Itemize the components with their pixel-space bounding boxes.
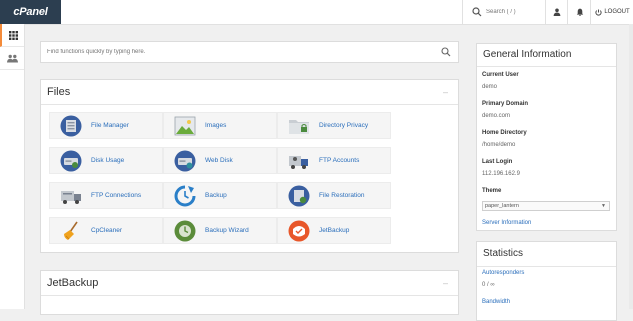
nav-users[interactable] — [0, 47, 24, 70]
statistics-title: Statistics — [477, 242, 616, 267]
files-panel-title: Files — [47, 86, 71, 98]
function-search[interactable] — [40, 41, 459, 63]
web-disk-tile[interactable]: Web Disk — [163, 147, 277, 174]
top-bar: cPanel LOGOUT — [0, 0, 633, 25]
jetbackup-panel-title: JetBackup — [47, 277, 99, 289]
files-panel: Files – File Manager Images Directory Pr… — [40, 79, 459, 253]
tile-label: FTP Accounts — [319, 157, 360, 164]
home-directory-value: /home/demo — [482, 142, 516, 148]
jetbackup-tile[interactable]: JetBackup — [277, 217, 391, 244]
tile-label: Images — [205, 122, 227, 129]
file-restoration-icon — [288, 185, 310, 206]
autoresponders-link[interactable]: Autoresponders — [482, 270, 524, 276]
jetbackup-icon — [288, 220, 310, 241]
images-icon — [174, 116, 196, 135]
directory-privacy-tile[interactable]: Directory Privacy — [277, 112, 391, 139]
primary-domain-label: Primary Domain — [482, 101, 529, 107]
tile-label: FTP Connections — [91, 192, 142, 199]
user-menu-button[interactable] — [545, 0, 568, 24]
theme-select[interactable]: paper_lantern ▼ — [482, 201, 610, 211]
statistics-panel: Statistics Autoresponders 0 / ∞ Bandwidt… — [476, 241, 617, 321]
ftp-connections-icon — [61, 190, 81, 204]
tile-label: File Restoration — [319, 192, 365, 199]
last-login-value: 112.196.162.9 — [482, 171, 520, 177]
backup-wizard-tile[interactable]: Backup Wizard — [163, 217, 277, 244]
ftp-connections-tile[interactable]: FTP Connections — [49, 182, 163, 209]
search-icon — [472, 7, 482, 17]
primary-domain-value: demo.com — [482, 113, 511, 119]
function-search-input[interactable] — [47, 49, 441, 55]
tile-label: CpCleaner — [91, 227, 123, 234]
general-information-title: General Information — [477, 44, 616, 67]
cpcleaner-icon — [64, 221, 78, 240]
cpanel-logo[interactable]: cPanel — [0, 0, 61, 24]
tile-label: Disk Usage — [91, 157, 125, 164]
directory-privacy-icon — [289, 119, 309, 134]
backup-wizard-icon — [174, 220, 196, 241]
jetbackup-panel-header[interactable]: JetBackup – — [41, 271, 458, 296]
bell-icon — [576, 8, 583, 16]
bandwidth-link[interactable]: Bandwidth — [482, 299, 510, 305]
general-information-panel: General Information Current User demo Pr… — [476, 43, 617, 231]
users-icon — [6, 54, 18, 62]
files-panel-header[interactable]: Files – — [41, 80, 458, 105]
disk-usage-icon — [60, 150, 82, 171]
chevron-down-icon: ▼ — [601, 203, 606, 209]
jetbackup-panel: JetBackup – — [40, 270, 459, 315]
logout-icon — [595, 8, 602, 16]
tile-label: Web Disk — [205, 157, 233, 164]
global-search[interactable] — [462, 0, 546, 24]
user-icon — [553, 8, 561, 16]
theme-select-value: paper_lantern — [485, 203, 519, 209]
left-nav — [0, 24, 25, 309]
logo-text: cPanel — [13, 6, 48, 18]
current-user-value: demo — [482, 84, 498, 90]
backup-tile[interactable]: Backup — [163, 182, 277, 209]
grid-icon — [8, 30, 18, 40]
logout-label: LOGOUT — [604, 9, 630, 15]
server-information-link[interactable]: Server Information — [482, 220, 531, 226]
notifications-button[interactable] — [567, 0, 591, 24]
search-icon — [441, 47, 451, 57]
ftp-accounts-icon — [289, 155, 308, 169]
scrollbar[interactable] — [629, 24, 633, 309]
file-restoration-tile[interactable]: File Restoration — [277, 182, 391, 209]
nav-home-grid[interactable] — [0, 24, 24, 47]
tile-label: JetBackup — [319, 227, 350, 234]
global-search-input[interactable] — [486, 9, 541, 15]
file-manager-icon — [60, 115, 82, 136]
autoresponders-value: 0 / ∞ — [482, 282, 495, 288]
current-user-label: Current User — [482, 72, 519, 78]
collapse-icon[interactable]: – — [443, 278, 448, 288]
backup-icon — [174, 185, 196, 206]
tile-label: Backup Wizard — [205, 227, 249, 234]
tile-label: Directory Privacy — [319, 122, 369, 129]
cpcleaner-tile[interactable]: CpCleaner — [49, 217, 163, 244]
ftp-accounts-tile[interactable]: FTP Accounts — [277, 147, 391, 174]
last-login-label: Last Login — [482, 159, 513, 165]
theme-label: Theme — [482, 188, 502, 194]
disk-usage-tile[interactable]: Disk Usage — [49, 147, 163, 174]
images-tile[interactable]: Images — [163, 112, 277, 139]
collapse-icon[interactable]: – — [443, 87, 448, 97]
tile-label: File Manager — [91, 122, 129, 129]
web-disk-icon — [174, 150, 196, 171]
home-directory-label: Home Directory — [482, 130, 527, 136]
logout-button[interactable]: LOGOUT — [590, 0, 633, 24]
tile-label: Backup — [205, 192, 227, 199]
file-manager-tile[interactable]: File Manager — [49, 112, 163, 139]
